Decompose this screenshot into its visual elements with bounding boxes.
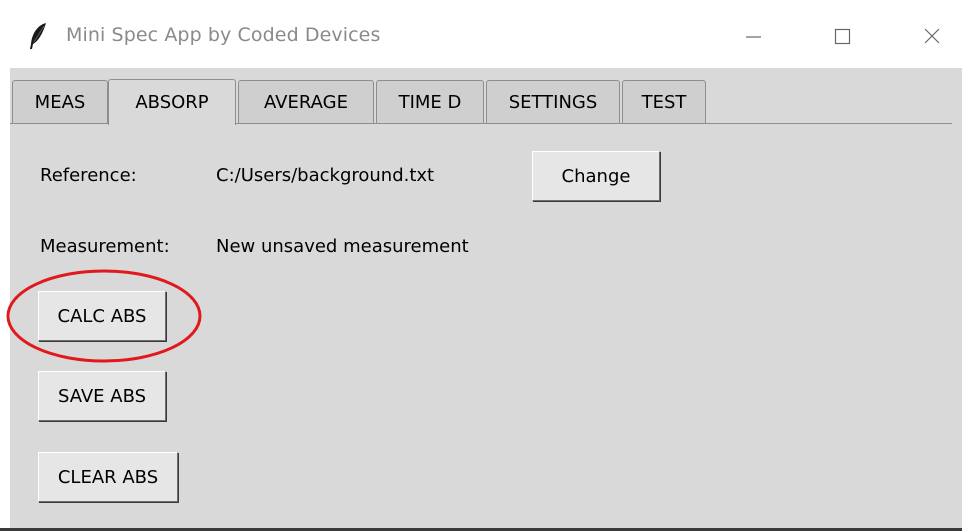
tab-meas[interactable]: MEAS — [12, 80, 108, 124]
minimize-icon — [744, 27, 762, 45]
close-icon — [922, 26, 942, 46]
save-abs-button[interactable]: SAVE ABS — [38, 371, 166, 421]
minimize-button[interactable] — [723, 14, 783, 58]
tab-time-d[interactable]: TIME D — [376, 80, 484, 124]
tab-absorp[interactable]: ABSORP — [108, 79, 236, 125]
tab-label: AVERAGE — [264, 92, 348, 113]
tab-settings[interactable]: SETTINGS — [486, 80, 620, 124]
tab-test[interactable]: TEST — [622, 80, 706, 124]
tab-average[interactable]: AVERAGE — [238, 80, 374, 124]
maximize-button[interactable] — [812, 14, 872, 58]
change-reference-button[interactable]: Change — [532, 151, 660, 201]
tab-label: TEST — [641, 92, 687, 113]
reference-path: C:/Users/background.txt — [216, 165, 435, 186]
window-title: Mini Spec App by Coded Devices — [66, 24, 381, 46]
feather-icon — [28, 22, 50, 50]
calc-abs-button[interactable]: CALC ABS — [38, 291, 166, 341]
measurement-value: New unsaved measurement — [216, 236, 469, 257]
tab-label: TIME D — [398, 92, 462, 113]
close-button[interactable] — [902, 14, 962, 58]
reference-label: Reference: — [40, 165, 137, 186]
button-label: Change — [561, 165, 631, 187]
maximize-icon — [833, 27, 851, 45]
button-label: CALC ABS — [57, 305, 147, 327]
title-bar: Mini Spec App by Coded Devices — [0, 0, 962, 68]
measurement-label: Measurement: — [40, 236, 170, 257]
button-label: SAVE ABS — [57, 385, 147, 407]
tab-label: ABSORP — [135, 92, 209, 113]
clear-abs-button[interactable]: CLEAR ABS — [38, 452, 178, 502]
tab-label: MEAS — [34, 92, 86, 113]
tab-label: SETTINGS — [508, 92, 598, 113]
button-label: CLEAR ABS — [57, 466, 159, 488]
